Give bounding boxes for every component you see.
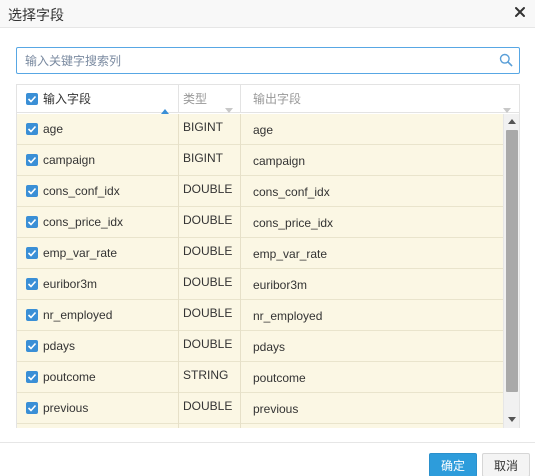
row-checkbox[interactable] [26,340,38,352]
table-row[interactable]: poutcome STRING poutcome [17,362,503,393]
scroll-down-icon[interactable] [508,417,516,422]
sort-icon[interactable] [503,96,511,113]
table-row[interactable]: previous DOUBLE previous [17,393,503,424]
output-field-cell[interactable] [241,424,503,428]
row-checkbox[interactable] [26,216,38,228]
type-cell: DOUBLE [179,176,241,207]
row-checkbox[interactable] [26,309,38,321]
table-row[interactable]: nr_employed DOUBLE nr_employed [17,300,503,331]
search-box [16,47,520,74]
row-checkbox[interactable] [26,278,38,290]
input-field-cell: campaign [17,145,179,176]
row-checkbox[interactable] [26,402,38,414]
search-icon[interactable] [499,53,513,67]
column-header-input-field[interactable]: 输入字段 [17,85,179,114]
close-icon[interactable] [512,4,528,20]
type-cell: DOUBLE [179,238,241,269]
output-field-cell[interactable]: pdays [241,331,503,362]
field-name: cons_price_idx [43,215,124,229]
field-name: euribor3m [43,277,98,291]
scroll-up-icon[interactable] [508,119,516,124]
vertical-scrollbar[interactable] [503,114,519,428]
table-row[interactable]: euribor3m DOUBLE euribor3m [17,269,503,300]
input-field-cell: age [17,114,179,145]
dialog-footer: 确定 取消 [0,442,535,476]
type-cell: DOUBLE [179,393,241,424]
input-field-cell: emp_var_rate [17,238,179,269]
table-row[interactable]: pdays DOUBLE pdays [17,331,503,362]
select-all-checkbox[interactable] [26,93,38,105]
input-field-cell: pdays [17,331,179,362]
type-cell: STRING [179,362,241,393]
input-field-cell: nr_employed [17,300,179,331]
field-name: previous [43,401,89,415]
type-cell: DOUBLE [179,300,241,331]
input-field-cell: previous [17,393,179,424]
output-field-cell[interactable]: campaign [241,145,503,176]
search-input[interactable] [17,48,495,73]
input-field-cell: euribor3m [17,269,179,300]
output-field-cell[interactable]: nr_employed [241,300,503,331]
dialog-title: 选择字段 [8,7,64,23]
column-header-label: 输出字段 [253,92,302,106]
row-checkbox[interactable] [26,247,38,259]
column-header-label: 输入字段 [43,92,92,106]
type-cell: BIGINT [179,114,241,145]
row-checkbox[interactable] [26,371,38,383]
output-field-cell[interactable]: age [241,114,503,145]
table-row[interactable]: campaign BIGINT campaign [17,145,503,176]
field-name: cons_conf_idx [43,184,120,198]
table-header: 输入字段 类型 输出字段 [17,85,519,114]
scrollbar-thumb[interactable] [506,130,518,392]
input-field-cell: poutcome [17,362,179,393]
dialog-header: 选择字段 [0,0,535,28]
field-name: age [43,122,64,136]
output-field-cell[interactable]: cons_conf_idx [241,176,503,207]
input-field-cell: cons_conf_idx [17,176,179,207]
sort-asc-icon[interactable] [161,96,169,114]
row-checkbox[interactable] [26,185,38,197]
row-checkbox[interactable] [26,123,38,135]
field-name: campaign [43,153,96,167]
cancel-button[interactable]: 取消 [482,453,530,476]
field-name: poutcome [43,370,96,384]
table-row[interactable]: emp_var_rate DOUBLE emp_var_rate [17,238,503,269]
type-cell: DOUBLE [179,331,241,362]
ok-button[interactable]: 确定 [429,453,477,476]
field-name: nr_employed [43,308,113,322]
type-cell: DOUBLE [179,207,241,238]
output-field-cell[interactable]: poutcome [241,362,503,393]
output-field-cell[interactable]: euribor3m [241,269,503,300]
input-field-cell: cons_price_idx [17,207,179,238]
column-header-label: 类型 [183,92,208,106]
field-name: pdays [43,339,76,353]
type-cell: BIGINT [179,145,241,176]
sort-icon[interactable] [225,96,233,113]
table-row[interactable]: cons_price_idx DOUBLE cons_price_idx [17,207,503,238]
table-row[interactable]: cons_conf_idx DOUBLE cons_conf_idx [17,176,503,207]
output-field-cell[interactable]: cons_price_idx [241,207,503,238]
type-cell [179,424,241,428]
table-row[interactable]: age BIGINT age [17,114,503,145]
output-field-cell[interactable]: previous [241,393,503,424]
table-body: age BIGINT age campaign BIGINT campaign … [17,114,503,428]
table-row[interactable] [17,424,503,428]
column-header-type[interactable]: 类型 [179,85,241,113]
type-cell: DOUBLE [179,269,241,300]
field-table: 输入字段 类型 输出字段 age BIGINT age campaign BIG… [16,84,520,428]
output-field-cell[interactable]: emp_var_rate [241,238,503,269]
input-field-cell [17,424,179,428]
field-name: emp_var_rate [43,246,118,260]
row-checkbox[interactable] [26,154,38,166]
column-header-output-field[interactable]: 输出字段 [241,85,519,113]
